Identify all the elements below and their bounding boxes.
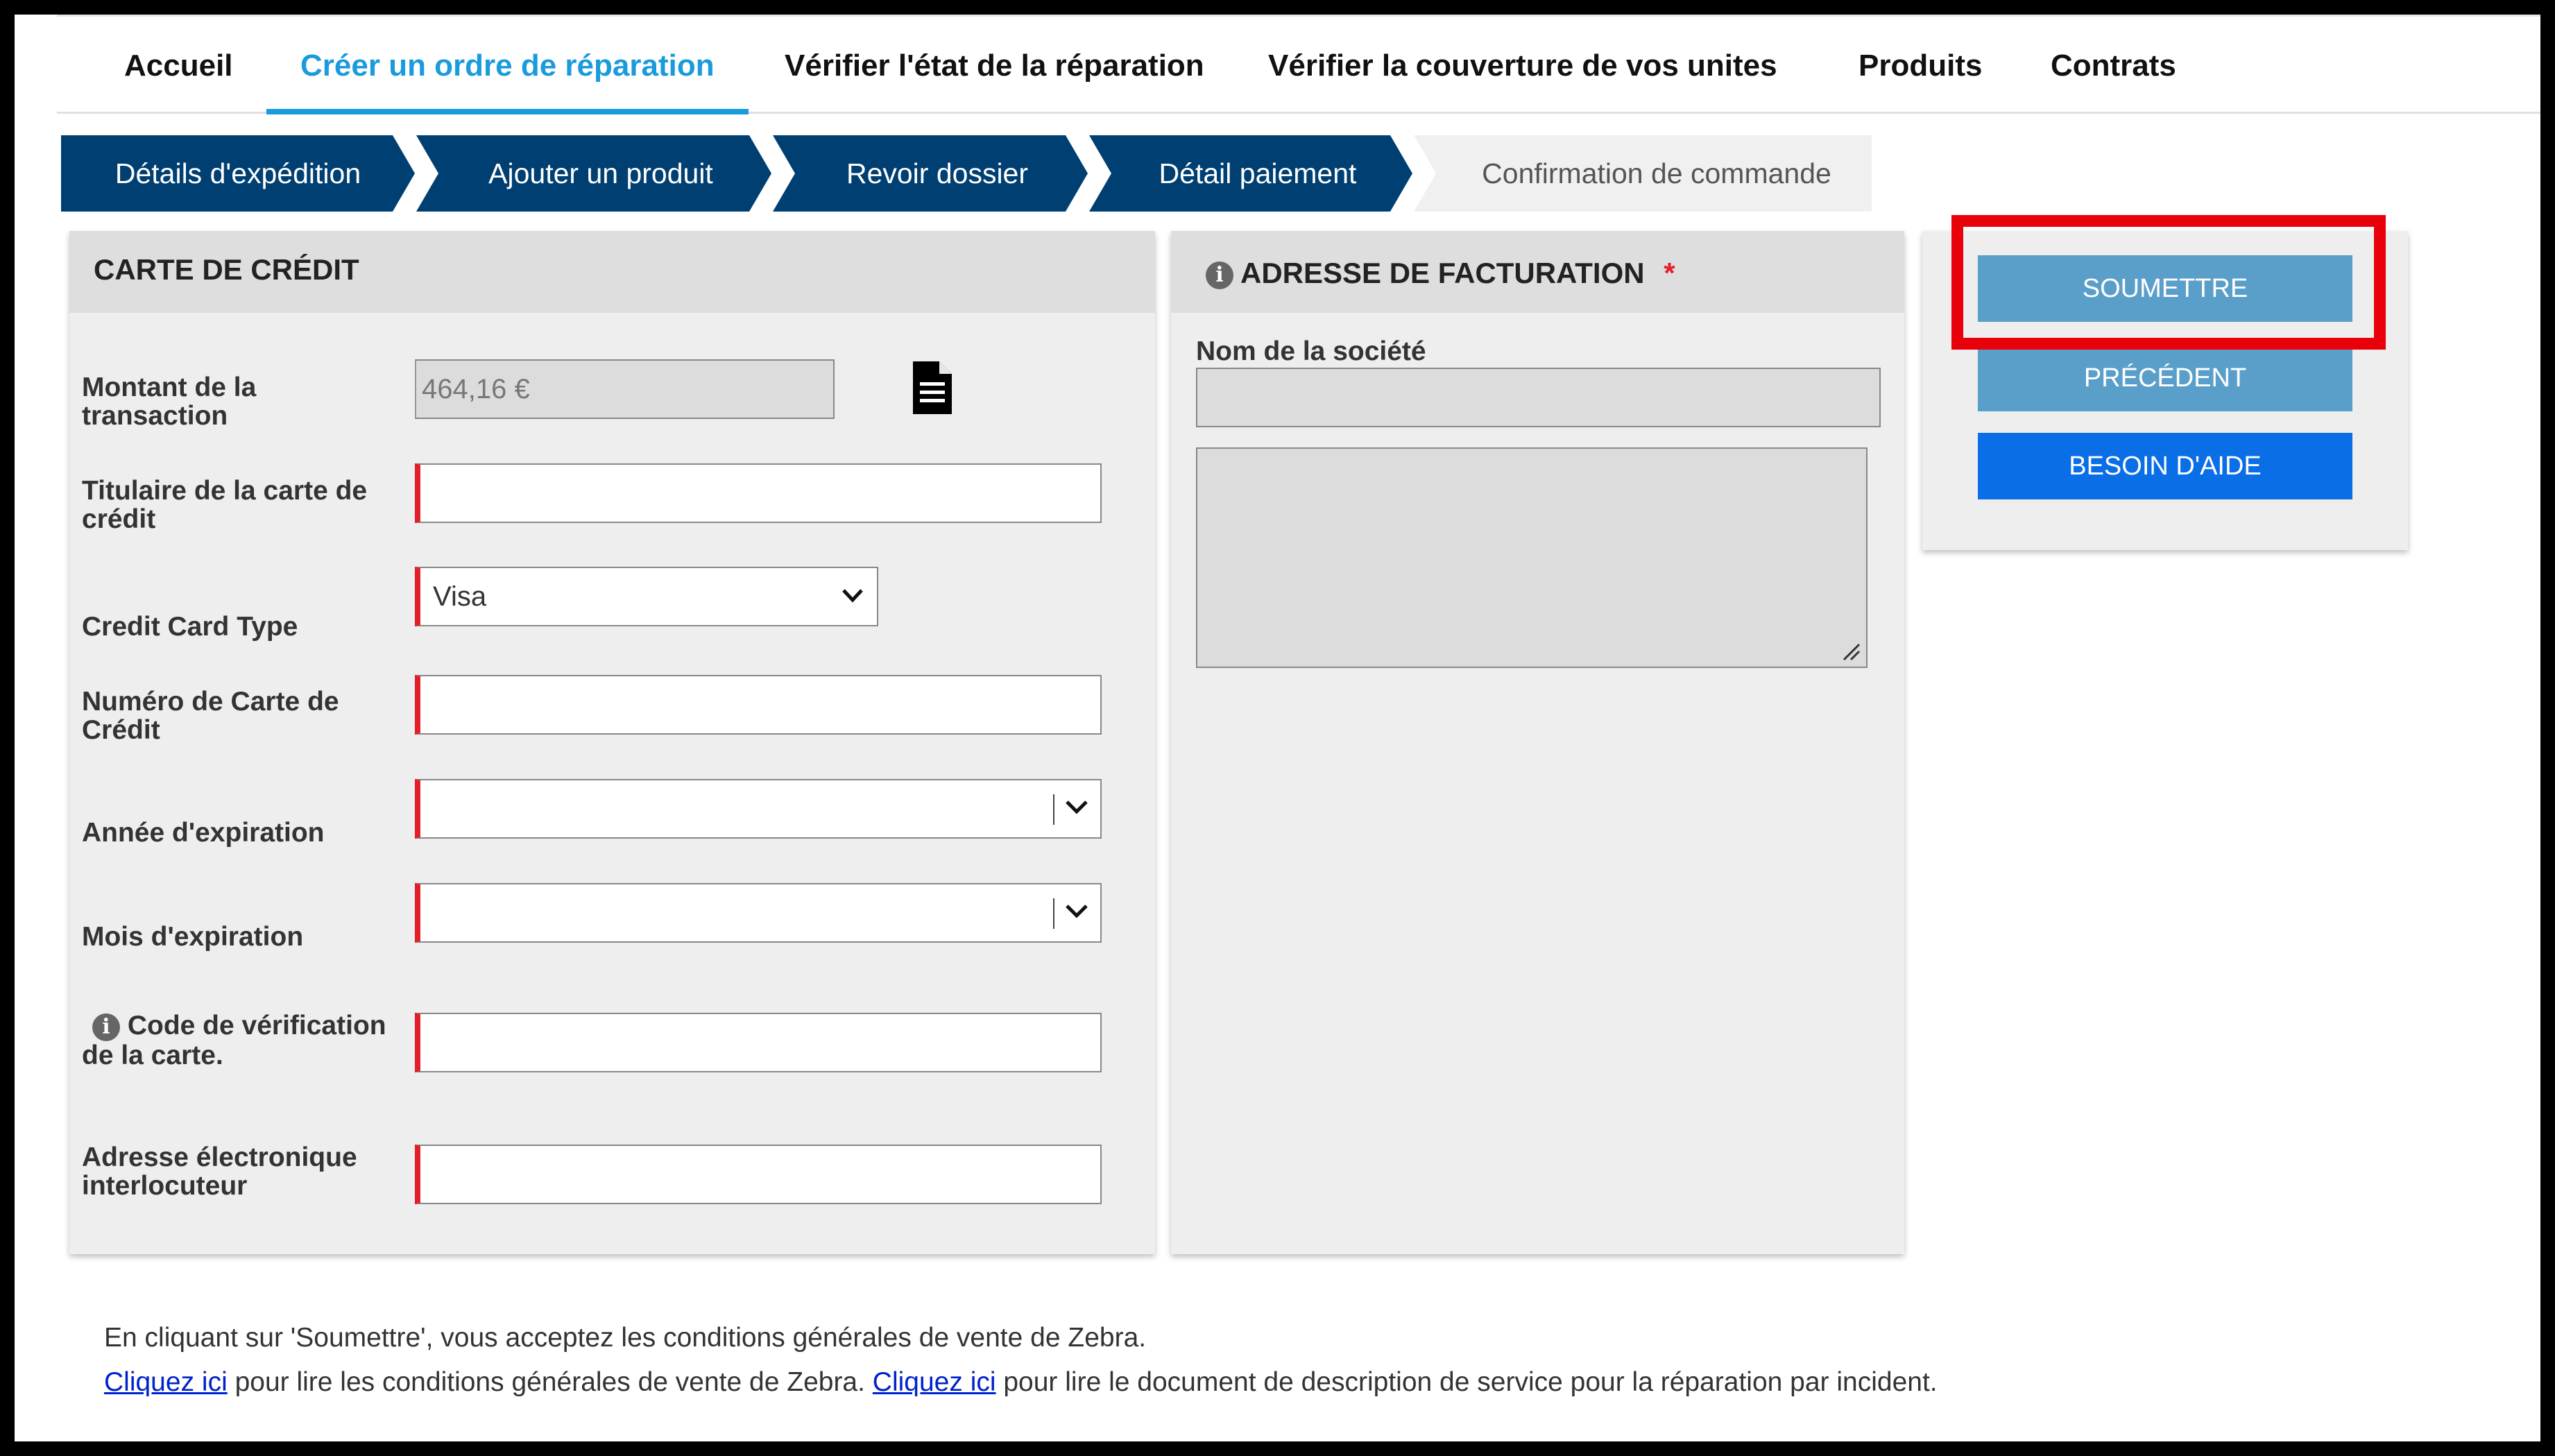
nav-accueil[interactable]: Accueil xyxy=(90,48,267,114)
card-type-label: Credit Card Type xyxy=(82,612,298,642)
info-icon[interactable]: i xyxy=(92,1013,120,1041)
email-input[interactable] xyxy=(415,1145,1102,1204)
amount-label: Montant de la transaction xyxy=(82,372,257,431)
chevron-down-icon[interactable] xyxy=(1064,902,1089,920)
terms-link-text: pour lire les conditions générales de ve… xyxy=(227,1367,873,1397)
credit-card-panel: CARTE DE CRÉDIT Montant de la transactio… xyxy=(69,231,1155,1254)
previous-button[interactable]: PRÉCÉDENT xyxy=(1978,345,2352,411)
chevron-down-icon[interactable] xyxy=(1064,798,1089,816)
card-holder-input[interactable] xyxy=(415,463,1102,523)
amount-field: 464,16 € xyxy=(415,359,835,419)
terms-notice: En cliquant sur 'Soumettre', vous accept… xyxy=(104,1323,1147,1353)
step-ajouter-produit: Ajouter un produit xyxy=(416,135,771,212)
expiry-year-combobox[interactable] xyxy=(415,779,1102,839)
nav-produits[interactable]: Produits xyxy=(1825,48,2016,114)
nav-verifier-etat[interactable]: Vérifier l'état de la réparation xyxy=(751,48,1238,114)
billing-address-title: ADRESSE DE FACTURATION xyxy=(1240,257,1645,289)
card-number-input[interactable] xyxy=(415,675,1102,735)
highlight-box xyxy=(1951,215,2386,350)
card-type-value: Visa xyxy=(433,581,487,612)
info-icon[interactable]: i xyxy=(1206,261,1233,289)
cvv-input[interactable] xyxy=(415,1013,1102,1072)
help-button[interactable]: BESOIN D'AIDE xyxy=(1978,433,2352,499)
combobox-separator xyxy=(1053,794,1054,825)
resize-handle-icon[interactable] xyxy=(1840,640,1862,662)
step-confirmation-commande: Confirmation de commande xyxy=(1414,135,1872,212)
cvv-label-text: Code de vérification de la carte. xyxy=(82,1011,386,1070)
service-description-link[interactable]: Cliquez ici xyxy=(873,1367,996,1397)
expiry-month-combobox[interactable] xyxy=(415,883,1102,943)
company-name-input[interactable] xyxy=(1196,368,1881,427)
terms-links: Cliquez ici pour lire les conditions gén… xyxy=(104,1367,1938,1398)
nav-creer-ordre[interactable]: Créer un ordre de réparation xyxy=(266,48,749,114)
cvv-label: i Code de vérification de la carte. xyxy=(82,1011,387,1070)
expiry-month-label: Mois d'expiration xyxy=(82,922,304,952)
combobox-separator xyxy=(1053,898,1054,929)
company-name-label: Nom de la société xyxy=(1196,336,1426,366)
required-asterisk: * xyxy=(1664,257,1675,289)
card-holder-label: Titulaire de la carte de crédit xyxy=(82,476,368,534)
billing-address-header: i ADRESSE DE FACTURATION * xyxy=(1171,231,1904,313)
top-navigation: Accueil Créer un ordre de réparation Vér… xyxy=(57,15,2540,114)
terms-link[interactable]: Cliquez ici xyxy=(104,1367,228,1397)
nav-contrats[interactable]: Contrats xyxy=(2017,48,2210,114)
service-link-text: pour lire le document de description de … xyxy=(995,1367,1938,1397)
step-details-expedition: Détails d'expédition xyxy=(61,135,415,212)
nav-verifier-couverture[interactable]: Vérifier la couverture de vos unites xyxy=(1234,48,1811,114)
billing-address-panel: i ADRESSE DE FACTURATION * Nom de la soci… xyxy=(1171,231,1904,1254)
address-textarea[interactable] xyxy=(1196,447,1868,668)
document-icon[interactable] xyxy=(912,360,953,416)
page-frame: Accueil Créer un ordre de réparation Vér… xyxy=(15,15,2540,1441)
credit-card-title: CARTE DE CRÉDIT xyxy=(69,231,1155,313)
chevron-down-icon xyxy=(842,589,863,603)
step-revoir-dossier: Revoir dossier xyxy=(773,135,1088,212)
email-label: Adresse électronique interlocuteur xyxy=(82,1142,357,1201)
expiry-year-label: Année d'expiration xyxy=(82,818,325,848)
step-detail-paiement: Détail paiement xyxy=(1089,135,1412,212)
card-type-select[interactable]: Visa xyxy=(415,567,878,626)
card-number-label: Numéro de Carte de Crédit xyxy=(82,687,339,745)
